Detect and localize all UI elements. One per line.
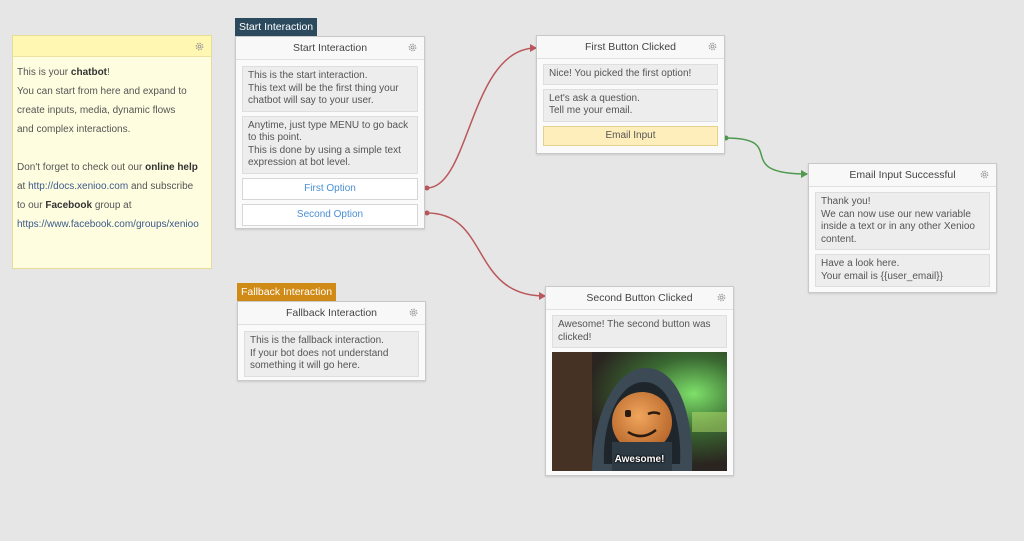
email-input-successful-card[interactable]: Email Input Successful Thank you! We can… xyxy=(808,163,997,293)
text-message[interactable]: Let's ask a question. Tell me your email… xyxy=(543,88,718,122)
card-title: Start Interaction xyxy=(236,37,424,60)
facebook-group-link[interactable]: https://www.facebook.com/groups/xenioo xyxy=(17,219,199,230)
connector-email-input xyxy=(725,137,808,175)
gif-image[interactable]: Awesome! xyxy=(552,352,727,471)
text-message[interactable]: Anytime, just type MENU to go back to th… xyxy=(242,115,418,174)
gear-icon[interactable] xyxy=(407,306,420,319)
start-interaction-card[interactable]: Start Interaction This is the start inte… xyxy=(235,36,425,229)
first-button-clicked-card[interactable]: First Button Clicked Nice! You picked th… xyxy=(536,35,725,154)
card-title: Email Input Successful xyxy=(809,164,996,187)
gear-icon[interactable] xyxy=(715,291,728,304)
text-message[interactable]: Have a look here. Your email is {{user_e… xyxy=(815,254,990,287)
start-interaction-tag: Start Interaction xyxy=(235,18,318,36)
gear-icon[interactable] xyxy=(193,40,206,53)
text-message[interactable]: Awesome! The second button was clicked! xyxy=(552,315,727,348)
docs-link[interactable]: http://docs.xenioo.com xyxy=(28,181,128,192)
text-message[interactable]: Nice! You picked the first option! xyxy=(543,64,718,85)
text-message[interactable]: This is the start interaction. This text… xyxy=(242,66,418,112)
card-title: Fallback Interaction xyxy=(238,302,425,325)
note-header xyxy=(13,36,211,57)
gif-caption: Awesome! xyxy=(614,454,665,465)
text-message[interactable]: Thank you! We can now use our new variab… xyxy=(815,192,990,250)
connector-first-option xyxy=(426,47,537,189)
text-message[interactable]: This is the fallback interaction. If you… xyxy=(244,331,419,377)
second-option-button[interactable]: Second Option xyxy=(242,203,418,226)
welcome-note[interactable]: This is your chatbot! You can start from… xyxy=(12,35,212,269)
card-title: First Button Clicked xyxy=(537,36,724,59)
second-button-clicked-card[interactable]: Second Button Clicked Awesome! The secon… xyxy=(545,286,734,476)
fallback-interaction-card[interactable]: Fallback Interaction This is the fallbac… xyxy=(237,301,426,381)
gear-icon[interactable] xyxy=(406,41,419,54)
first-option-button[interactable]: First Option xyxy=(242,177,418,200)
card-title: Second Button Clicked xyxy=(546,287,733,310)
connector-second-option xyxy=(426,212,546,297)
note-text: This is your chatbot! You can start from… xyxy=(17,67,199,230)
fallback-interaction-tag: Fallback Interaction xyxy=(237,283,337,301)
gear-icon[interactable] xyxy=(978,168,991,181)
email-input-block[interactable]: Email Input xyxy=(543,125,718,146)
gear-icon[interactable] xyxy=(706,40,719,53)
